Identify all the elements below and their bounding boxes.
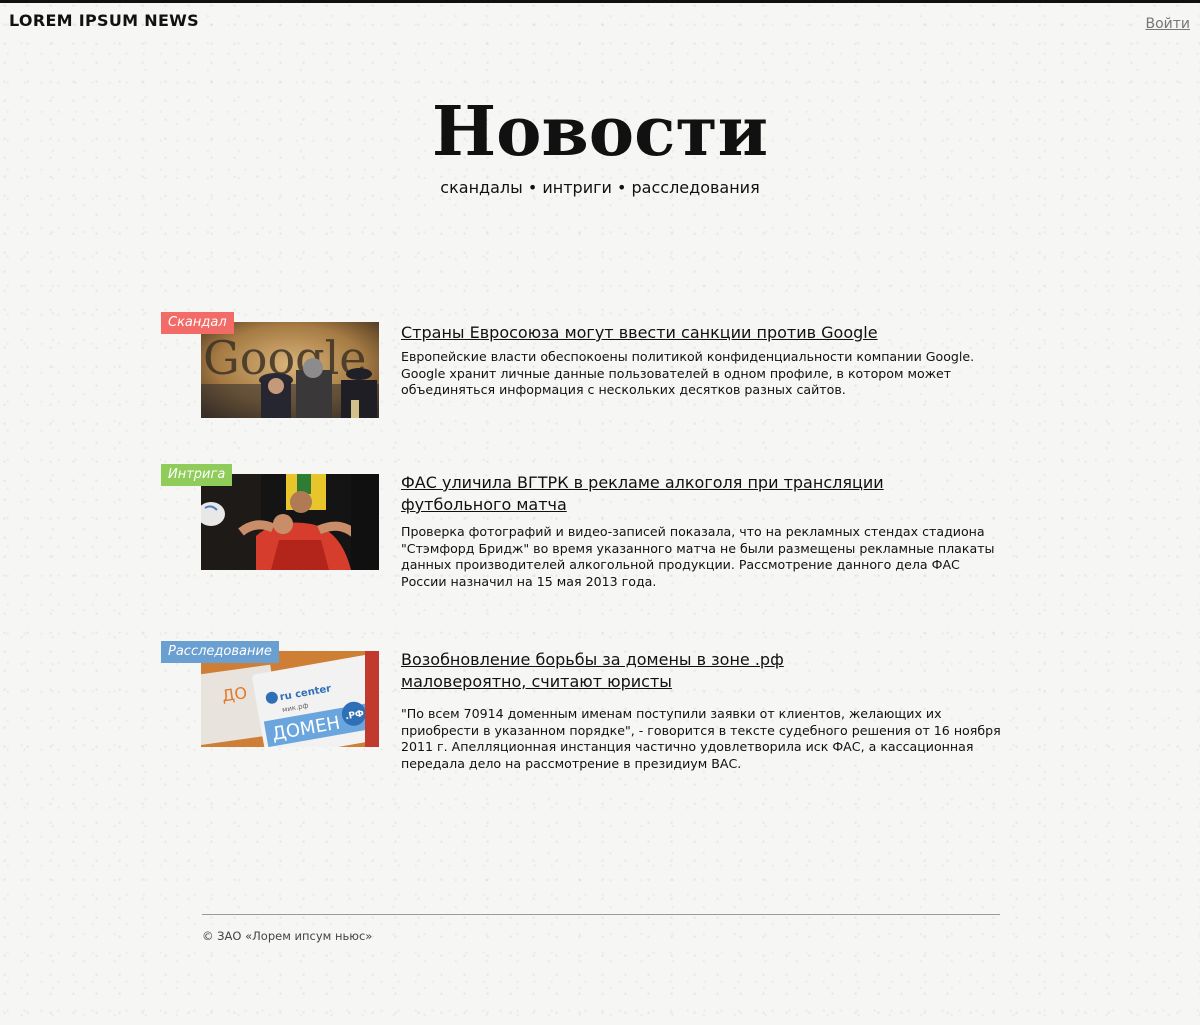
- article-summary: "По всем 70914 доменным именам поступили…: [401, 706, 1001, 771]
- category-tag[interactable]: Скандал: [161, 312, 234, 334]
- page-subtitle: скандалы • интриги • расследования: [440, 178, 760, 197]
- article-thumbnail[interactable]: ДО ru center мик.рф ДОМЕН .РФ: [201, 651, 379, 747]
- article-thumbnail[interactable]: Google: [201, 322, 379, 418]
- article-summary: Европейские власти обеспокоены политикой…: [401, 349, 975, 398]
- footer-divider: [202, 914, 1000, 915]
- article-item: Скандал Google Страны Евросоюза могут вв…: [161, 312, 1001, 422]
- article-title-link[interactable]: Возобновление борьбы за домены в зоне .р…: [401, 649, 891, 693]
- article-item: Интрига ФАС уличила ВГТРК в рекламе алко…: [161, 464, 1001, 589]
- article-title-link[interactable]: Страны Евросоюза могут ввести санкции пр…: [401, 322, 891, 344]
- article-thumbnail[interactable]: [201, 474, 379, 570]
- site-logo[interactable]: LOREM IPSUM NEWS: [9, 11, 199, 30]
- category-tag[interactable]: Интрига: [161, 464, 233, 486]
- page-title: Новости: [431, 92, 769, 172]
- svg-text:ДО: ДО: [221, 683, 248, 705]
- article-summary: Проверка фотографий и видео-записей пока…: [401, 524, 995, 589]
- top-border: [0, 0, 1200, 3]
- category-tag[interactable]: Расследование: [161, 641, 279, 663]
- article-title-link[interactable]: ФАС уличила ВГТРК в рекламе алкоголя при…: [401, 472, 891, 516]
- login-link[interactable]: Войти: [1145, 16, 1190, 32]
- article-item: Расследование ДО ru center мик.рф ДОМЕН …: [161, 641, 1001, 771]
- footer-copyright: © ЗАО «Лорем ипсум ньюс»: [202, 929, 373, 943]
